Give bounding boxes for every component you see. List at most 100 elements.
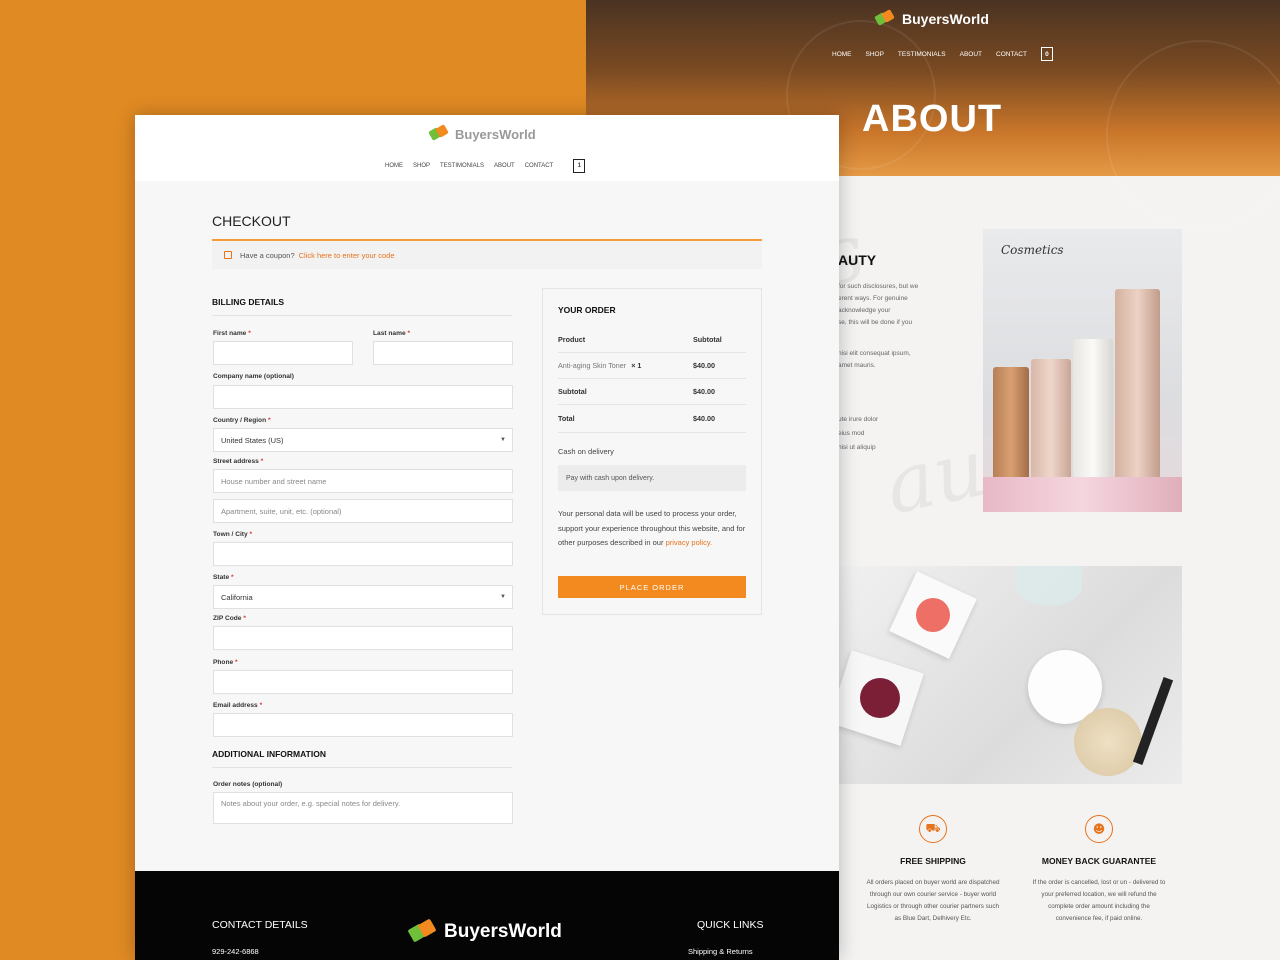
jar-shape (1016, 566, 1082, 606)
item-qty: × 1 (631, 361, 642, 370)
checkout-nav: HOME SHOP TESTIMONIALS ABOUT CONTACT 1 (385, 159, 586, 173)
email-field[interactable] (213, 713, 513, 737)
required-mark: * (259, 702, 263, 709)
about-paragraph-1: for such disclosures, but we erent ways.… (838, 281, 978, 329)
nav-shop[interactable]: SHOP (413, 163, 430, 169)
state-value: California (221, 592, 253, 602)
billing-title: BILLING DETAILS (212, 297, 285, 307)
chevron-down-icon: ▼ (500, 594, 506, 600)
nav-testimonials[interactable]: TESTIMONIALS (898, 51, 946, 58)
label-text: First name (213, 330, 247, 337)
coupon-link[interactable]: Click here to enter your code (299, 251, 395, 260)
nav-testimonials[interactable]: TESTIMONIALS (440, 163, 484, 169)
coupon-notice: Have a coupon? Click here to enter your … (212, 239, 762, 269)
order-title: YOUR ORDER (558, 305, 616, 315)
bottle-shape (1073, 339, 1113, 489)
privacy-policy-link[interactable]: privacy policy. (666, 538, 713, 547)
text-line: ute irure dolor (838, 416, 879, 423)
payment-method[interactable]: Cash on delivery (558, 447, 614, 456)
order-notes-label: Order notes (optional) (213, 781, 283, 788)
nav-about[interactable]: ABOUT (494, 163, 515, 169)
bottle-shape (1115, 289, 1160, 479)
nav-about[interactable]: ABOUT (960, 51, 982, 58)
text-line: for such disclosures, but we (838, 283, 919, 290)
order-total-row: Total $40.00 (558, 405, 746, 433)
nav-shop[interactable]: SHOP (866, 51, 884, 58)
last-name-field[interactable] (373, 341, 513, 365)
privacy-notice: Your personal data will be used to proce… (558, 507, 748, 551)
footer-contact-title: CONTACT DETAILS (212, 919, 308, 931)
brush-shape (1132, 677, 1174, 765)
label-text: Email address (213, 702, 258, 709)
text-line: eius mod (838, 430, 865, 437)
required-mark: * (248, 330, 251, 337)
street-field-2[interactable]: Apartment, suite, unit, etc. (optional) (213, 499, 513, 523)
placeholder-text: House number and street name (221, 476, 327, 486)
order-subtotal-row: Subtotal $40.00 (558, 379, 746, 405)
checkout-logo[interactable]: BuyersWorld (428, 124, 536, 143)
nav-contact[interactable]: CONTACT (525, 163, 554, 169)
subtotal-value: $40.00 (693, 387, 715, 396)
order-item-row: Anti-aging Skin Toner × 1 $40.00 (558, 353, 746, 379)
required-mark: * (267, 417, 271, 424)
about-logo[interactable]: BuyersWorld (874, 9, 989, 28)
footer-phone[interactable]: 929-242-6868 (212, 947, 259, 956)
place-order-button[interactable]: PLACE ORDER (558, 576, 746, 598)
text-line: nisi ut aliquip (838, 444, 876, 451)
cart-icon[interactable]: 0 (1040, 47, 1053, 61)
about-nav: HOME SHOP TESTIMONIALS ABOUT CONTACT 0 (832, 47, 1053, 61)
text-line: se, this will be done if you (838, 319, 913, 326)
country-value: United States (US) (221, 435, 284, 445)
order-notes-field[interactable]: Notes about your order, e.g. special not… (213, 792, 513, 824)
street-field-1[interactable]: House number and street name (213, 469, 513, 493)
bottle-shape (993, 367, 1029, 487)
footer-logo[interactable]: BuyersWorld (407, 918, 562, 945)
email-label: Email address * (213, 702, 262, 709)
divider (212, 315, 512, 316)
total-value: $40.00 (693, 414, 715, 423)
coupon-text: Have a coupon? (240, 250, 295, 260)
state-select[interactable]: California ▼ (213, 585, 513, 609)
country-label: Country / Region * (213, 417, 271, 424)
text-line: convenience fee, if paid online. (1055, 915, 1143, 922)
powder-shape (1074, 708, 1142, 776)
city-field[interactable] (213, 542, 513, 566)
cart-icon[interactable]: 1 (573, 159, 586, 173)
nav-contact[interactable]: CONTACT (996, 51, 1027, 58)
required-mark: * (260, 458, 264, 465)
makeup-image (838, 566, 1182, 784)
privacy-text: Your personal data will be used to proce… (558, 509, 746, 547)
label-text: Street address (213, 458, 259, 465)
chevron-down-icon: ▼ (500, 437, 506, 443)
label-text: Last name (373, 330, 406, 337)
company-label: Company name (optional) (213, 373, 294, 380)
calendar-icon (224, 251, 232, 259)
country-select[interactable]: United States (US) ▼ (213, 428, 513, 452)
about-logo-text: BuyersWorld (902, 11, 989, 27)
hero-decoration (1106, 40, 1280, 230)
phone-field[interactable] (213, 670, 513, 694)
truck-icon: ⛟ (919, 815, 947, 843)
label-text: ZIP Code (213, 615, 242, 622)
checkout-header: BuyersWorld HOME SHOP TESTIMONIALS ABOUT… (135, 115, 839, 181)
last-name-label: Last name * (373, 330, 410, 337)
street-label: Street address * (213, 458, 263, 465)
text-line: erent ways. For genuine (838, 295, 908, 302)
order-summary: YOUR ORDER Product Subtotal Anti-aging S… (542, 288, 762, 615)
checkout-logo-text: BuyersWorld (455, 126, 536, 142)
company-field[interactable] (213, 385, 513, 409)
section-heading: AUTY (838, 252, 877, 268)
bottle-shape (1031, 359, 1071, 494)
first-name-field[interactable] (213, 341, 353, 365)
footer-shipping-link[interactable]: Shipping & Returns (688, 947, 753, 956)
nav-home[interactable]: HOME (385, 163, 403, 169)
text-line: If the order is cancelled, lost or un - … (1032, 879, 1166, 886)
logo-icon (428, 124, 450, 143)
first-name-label: First name * (213, 330, 251, 337)
zip-field[interactable] (213, 626, 513, 650)
state-label: State * (213, 574, 234, 581)
nav-home[interactable]: HOME (832, 51, 852, 58)
text-line: your preferred location, we will refund … (1041, 891, 1157, 898)
text-line: acknowledge your (838, 307, 891, 314)
feature-text-money-back: If the order is cancelled, lost or un - … (999, 877, 1199, 925)
